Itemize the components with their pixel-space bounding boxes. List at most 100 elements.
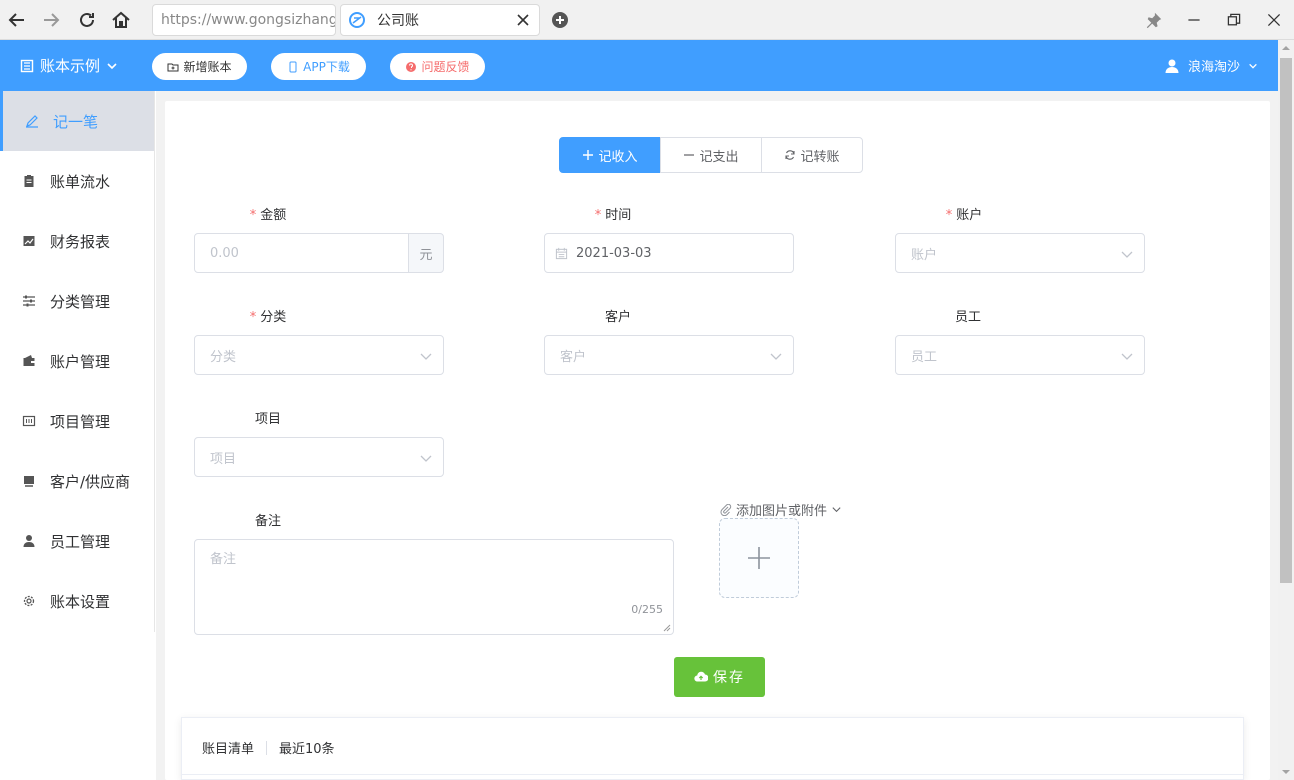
wallet-icon [23,355,35,366]
browser-chrome: https://www.gongsizhang.c 公司账 [0,0,1294,40]
refresh-icon [785,150,796,160]
list-header: 账目清单 最近10条 [202,738,335,757]
chevron-down-icon [1121,251,1133,258]
sidebar-item-customers[interactable]: 客户/供应商 [0,451,154,511]
back-button[interactable] [5,8,29,32]
restore-icon [1227,13,1241,26]
sidebar-item-categories[interactable]: 分类管理 [0,271,154,331]
char-counter: 0/255 [631,603,663,616]
close-icon[interactable] [515,12,531,28]
close-icon [1267,13,1281,27]
calendar-icon [555,247,568,259]
chevron-down-icon [770,353,782,360]
chart-icon [23,236,35,246]
account-select[interactable]: 账户 [895,233,1145,273]
active-tab[interactable]: 公司账 [340,4,540,36]
employee-select[interactable]: 员工 [895,335,1145,375]
url-tab[interactable]: https://www.gongsizhang.c [152,4,336,36]
attach-dropdown[interactable]: 添加图片或附件 [720,500,842,519]
chevron-down-icon [420,353,432,360]
date-label: * 时间 [594,208,632,223]
gear-icon [23,595,35,607]
record-type-tabs: 记收入 记支出 记转账 [559,137,863,173]
cloud-upload-icon [694,671,708,682]
chevron-down-icon [1249,63,1257,69]
url-text: https://www.gongsizhang.c [161,12,336,28]
remark-label: 备注 [254,514,281,529]
close-window-button[interactable] [1264,10,1284,30]
project-icon [22,415,36,427]
upload-box[interactable] [719,518,799,598]
user-menu[interactable]: 浪海淘沙 [1164,56,1258,75]
account-label: * 账户 [945,208,983,223]
chevron-down-icon [420,455,432,462]
list-subtitle: 最近10条 [279,742,335,757]
book-icon [20,59,34,72]
sidebar-item-accounts[interactable]: 账户管理 [0,331,154,391]
new-book-button[interactable]: 新增账本 [152,53,247,80]
chevron-down-icon [1121,353,1133,360]
sidebar-item-reports[interactable]: 财务报表 [0,211,154,271]
mobile-icon [289,61,297,72]
scrollbar-thumb[interactable] [1280,58,1292,583]
save-button[interactable]: 保存 [674,657,765,697]
store-icon [24,476,34,487]
chevron-down-icon [832,507,841,513]
resize-handle-icon[interactable] [663,624,671,632]
scroll-down-icon[interactable] [1280,766,1292,778]
arrow-right-icon [44,13,60,27]
feedback-button[interactable]: 问题反馈 [390,53,485,80]
minus-icon [684,154,695,156]
app-header: 账本示例 新增账本 APP下载 问题反馈 浪海淘沙 [0,40,1278,91]
minimize-icon [1188,19,1200,21]
plus-icon [583,150,594,160]
question-icon [406,61,417,72]
forward-button[interactable] [39,8,63,32]
sidebar: 记一笔 账单流水 财务报表 分类管理 账户管理 项目管理 客户/供应商 员工管理… [0,91,155,632]
plus-icon [748,547,770,569]
site-logo-icon [349,12,365,28]
restore-button[interactable] [1224,10,1244,30]
divider [182,774,1243,775]
project-select[interactable]: 项目 [194,437,444,477]
home-button[interactable] [109,8,133,32]
sidebar-item-record[interactable]: 记一笔 [0,91,154,151]
clipboard-icon [24,175,34,187]
app-download-button[interactable]: APP下载 [271,53,366,80]
user-name: 浪海淘沙 [1187,60,1240,75]
scroll-up-icon[interactable] [1280,42,1292,54]
customer-select[interactable]: 客户 [544,335,794,375]
amount-input[interactable]: 0.00 [194,233,410,273]
new-tab-icon[interactable] [550,10,570,30]
recent-entries-card: 账目清单 最近10条 [181,717,1244,780]
sidebar-item-settings[interactable]: 账本设置 [0,571,154,631]
sidebar-item-bills[interactable]: 账单流水 [0,151,154,211]
user-icon [23,535,35,547]
minimize-button[interactable] [1184,10,1204,30]
reload-button[interactable] [75,8,99,32]
tab-income[interactable]: 记收入 [559,137,661,173]
remark-textarea[interactable]: 备注 0/255 [194,539,674,635]
tab-transfer[interactable]: 记转账 [761,137,863,173]
folder-plus-icon [167,63,179,71]
pin-icon [1146,12,1162,29]
arrow-left-icon [8,13,24,27]
pen-icon [26,115,38,128]
book-switcher[interactable]: 账本示例 [20,55,118,76]
category-select[interactable]: 分类 [194,335,444,375]
customer-label: 客户 [604,310,631,325]
pin-button[interactable] [1144,10,1164,30]
project-label: 项目 [254,412,281,427]
amount-label: * 金额 [249,208,287,223]
sidebar-item-projects[interactable]: 项目管理 [0,391,154,451]
paperclip-icon [720,503,732,516]
sidebar-item-employees[interactable]: 员工管理 [0,511,154,571]
list-title: 账目清单 [202,742,255,757]
category-label: * 分类 [249,310,287,325]
tab-expense[interactable]: 记支出 [660,137,762,173]
book-name: 账本示例 [40,57,101,75]
date-picker[interactable]: 2021-03-03 [544,233,794,273]
tab-title: 公司账 [377,13,419,29]
home-icon [112,11,130,28]
employee-label: 员工 [954,310,981,325]
